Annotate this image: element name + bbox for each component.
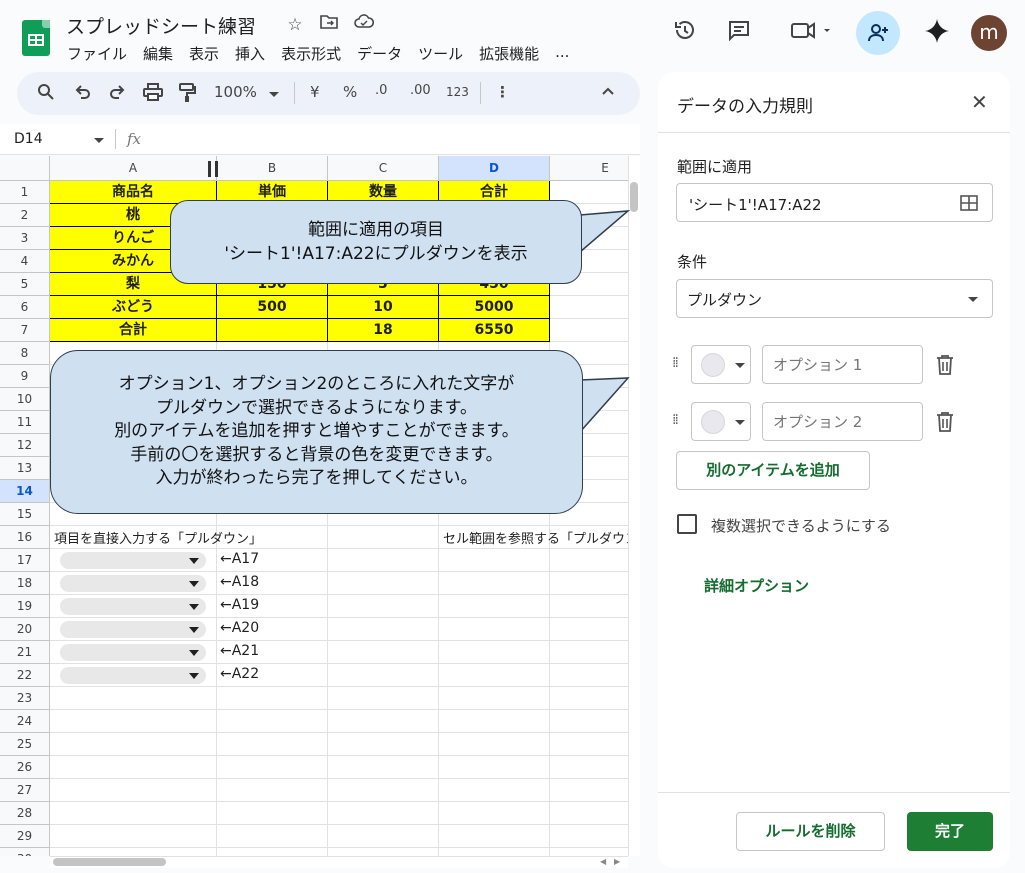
callout-line: 入力が終わったら完了を押してください。 (155, 468, 478, 488)
row-header[interactable]: 19 (0, 595, 50, 618)
scroll-left-icon[interactable]: ◀ (600, 857, 606, 866)
chevron-down-icon (968, 297, 978, 302)
panel-title: データの入力規則 (677, 97, 813, 117)
arrow-label[interactable]: ←A22 (220, 666, 259, 682)
callout-line: 範囲に適用の項目 (308, 220, 444, 240)
share-add-person-icon[interactable] (856, 11, 900, 55)
callout-line: 別のアイテムを追加を押すと増やすことができます。 (114, 421, 519, 441)
multi-select-checkbox[interactable] (677, 514, 697, 534)
option1-input[interactable] (762, 345, 923, 384)
label-direct-dropdown[interactable]: 項目を直接入力する「プルダウン」 (54, 528, 262, 547)
delete-option1-icon[interactable] (935, 354, 955, 380)
done-button[interactable]: 完了 (907, 812, 993, 851)
dropdown-chip-a22[interactable] (60, 667, 206, 684)
row-header[interactable]: 27 (0, 779, 50, 802)
select-range-icon[interactable] (960, 195, 978, 211)
scroll-right-icon[interactable]: ▶ (614, 857, 620, 866)
callout-options: オプション1、オプション2のところに入れた文字が プルダウンで選択できるようにな… (50, 350, 583, 514)
callout-range: 範囲に適用の項目 'シート1'!A17:A22にプルダウンを表示 (170, 200, 582, 284)
advanced-options-link[interactable]: 詳細オプション (704, 575, 809, 596)
avatar[interactable]: m (971, 15, 1007, 51)
row-header[interactable]: 29 (0, 825, 50, 848)
callout-line: オプション1、オプション2のところに入れた文字が (118, 374, 515, 394)
row-header[interactable]: 20 (0, 618, 50, 641)
range-value: 'シート1'!A17:A22 (689, 196, 822, 214)
criteria-label: 条件 (677, 253, 708, 271)
arrow-label[interactable]: ←A21 (220, 643, 259, 659)
dropdown-chip-a17[interactable] (60, 552, 206, 569)
row-header[interactable]: 22 (0, 664, 50, 687)
arrow-label[interactable]: ←A20 (220, 620, 259, 636)
color-circle-icon (701, 410, 725, 434)
option2-input[interactable] (762, 402, 923, 441)
row-header[interactable]: 28 (0, 802, 50, 825)
callout-line: 'シート1'!A17:A22にプルダウンを表示 (224, 243, 528, 264)
delete-rule-button[interactable]: ルールを削除 (736, 812, 885, 851)
color-circle-icon (701, 353, 725, 377)
drag-handle-icon[interactable]: ⁞⁞ (672, 355, 679, 371)
comments-icon[interactable] (724, 18, 754, 48)
arrow-label[interactable]: ←A19 (220, 597, 259, 613)
row-header[interactable]: 18 (0, 572, 50, 595)
arrow-label[interactable]: ←A17 (220, 551, 259, 567)
add-item-button[interactable]: 別のアイテムを追加 (676, 451, 870, 490)
row-header[interactable]: 24 (0, 710, 50, 733)
row-header[interactable]: 25 (0, 733, 50, 756)
dropdown-chip-a18[interactable] (60, 575, 206, 592)
row-header[interactable]: 21 (0, 641, 50, 664)
callout-line: 手前の〇を選択すると背景の色を変更できます。 (130, 444, 503, 465)
label-range-dropdown[interactable]: セル範囲を参照する「プルダウン」 (443, 528, 628, 547)
delete-option2-icon[interactable] (935, 411, 955, 437)
row-header[interactable]: 26 (0, 756, 50, 779)
criteria-select[interactable]: プルダウン (676, 279, 993, 318)
multi-select-label[interactable]: 複数選択できるようにする (711, 515, 891, 536)
close-icon[interactable]: ✕ (971, 90, 988, 114)
criteria-value: プルダウン (687, 291, 763, 309)
row-header[interactable]: 23 (0, 687, 50, 710)
version-history-icon[interactable] (670, 18, 700, 48)
gemini-sparkle-icon[interactable] (922, 18, 952, 48)
horizontal-scroll-thumb[interactable] (53, 858, 166, 866)
row-header[interactable]: 16 (0, 526, 50, 549)
arrow-label[interactable]: ←A18 (220, 574, 259, 590)
chevron-down-icon (735, 420, 745, 425)
drag-handle-icon[interactable]: ⁞⁞ (672, 412, 679, 428)
dropdown-chip-a21[interactable] (60, 644, 206, 661)
option2-color-picker[interactable] (691, 402, 751, 441)
row-header[interactable]: 30 (0, 848, 50, 856)
range-input[interactable]: 'シート1'!A17:A22 (676, 183, 993, 222)
dropdown-chip-a19[interactable] (60, 598, 206, 615)
dropdown-chip-a20[interactable] (60, 621, 206, 638)
option1-color-picker[interactable] (691, 345, 751, 384)
meet-video-icon[interactable] (785, 18, 835, 48)
divider (658, 132, 1010, 133)
divider (658, 792, 1010, 793)
callout-line: プルダウンで選択できるようになります。 (156, 397, 477, 418)
range-label: 範囲に適用 (677, 158, 753, 176)
row-header[interactable]: 17 (0, 549, 50, 572)
chevron-down-icon (735, 363, 745, 368)
